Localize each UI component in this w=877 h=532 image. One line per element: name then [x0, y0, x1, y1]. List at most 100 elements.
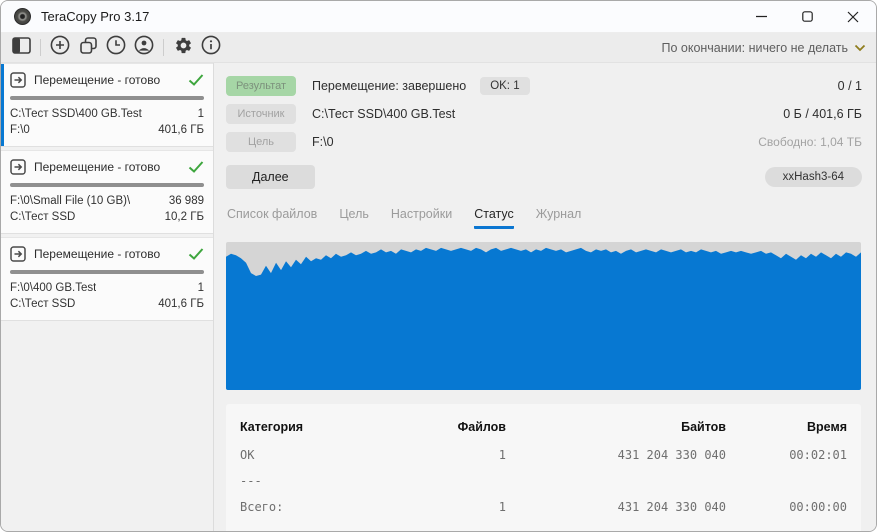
task-title: Перемещение - готово — [34, 247, 161, 261]
task-list-sidebar: Перемещение - готово C:\Тест SSD\400 GB.… — [1, 63, 214, 531]
move-task-icon — [10, 246, 26, 262]
toolbar: По окончании: ничего не делать — [1, 33, 876, 63]
task-source-path: C:\Тест SSD\400 GB.Test — [10, 108, 142, 120]
cell-bytes: 431 204 330 040 — [617, 448, 726, 462]
move-task-icon — [10, 72, 26, 88]
task-source-path: F:\0\Small File (10 GB)\ — [10, 195, 131, 207]
stats-row-ok: OK 1 431 204 330 040 00:02:01 — [240, 442, 847, 468]
task-card[interactable]: Перемещение - готово F:\0\Small File (10… — [1, 150, 213, 234]
result-status-text: Перемещение: завершено — [312, 78, 467, 93]
hash-algorithm-button[interactable]: xxHash3-64 — [764, 167, 862, 187]
task-size: 401,6 ГБ — [158, 124, 204, 136]
user-circle-icon — [134, 35, 154, 60]
check-icon — [188, 74, 204, 86]
task-size: 10,2 ГБ — [164, 211, 204, 223]
speed-chart-svg — [226, 247, 861, 390]
on-finish-dropdown[interactable]: По окончании: ничего не делать — [661, 41, 866, 55]
tab-status[interactable]: Статус — [474, 207, 514, 229]
gear-icon — [174, 36, 193, 60]
sidebar-toggle-icon — [11, 36, 31, 59]
task-file-count: 36 989 — [168, 195, 204, 207]
add-task-button[interactable] — [46, 35, 74, 61]
move-task-icon — [10, 159, 26, 175]
cell-time: 00:00:00 — [789, 500, 847, 514]
status-stats-table: Категория Файлов Байтов Время OK 1 431 2… — [226, 404, 861, 531]
close-button[interactable] — [830, 1, 876, 32]
source-pill[interactable]: Источник — [226, 103, 296, 124]
chevron-down-icon — [854, 44, 866, 52]
tab-target[interactable]: Цель — [339, 207, 369, 229]
history-button[interactable] — [102, 35, 130, 61]
info-circle-icon — [201, 35, 221, 60]
close-icon — [847, 11, 859, 23]
maximize-button[interactable] — [784, 1, 830, 32]
cell-category: --- — [240, 474, 262, 488]
cell-time: 00:02:01 — [789, 448, 847, 462]
check-icon — [188, 161, 204, 173]
copy-button[interactable] — [74, 35, 102, 61]
free-space-text: Свободно: 1,04 ТБ — [758, 134, 862, 149]
task-source-path: F:\0\400 GB.Test — [10, 282, 97, 294]
task-target-path: F:\0 — [10, 124, 30, 136]
plus-circle-icon — [50, 35, 70, 60]
speed-area — [226, 247, 861, 390]
clock-icon — [106, 35, 126, 60]
task-file-count: 1 — [197, 108, 204, 120]
settings-button[interactable] — [169, 35, 197, 61]
account-button[interactable] — [130, 35, 158, 61]
task-summary: Результат Перемещение: завершено OK: 1 0… — [214, 63, 876, 190]
col-files: Файлов — [457, 420, 506, 434]
col-time: Время — [807, 420, 847, 434]
stats-row-separator: --- — [240, 468, 847, 494]
task-progress-bar — [10, 183, 204, 187]
toolbar-separator — [40, 39, 41, 56]
stats-row-total: Всего: 1 431 204 330 040 00:00:00 — [240, 494, 847, 520]
tab-settings[interactable]: Настройки — [391, 207, 452, 229]
minimize-icon — [755, 11, 767, 22]
task-progress-bar — [10, 96, 204, 100]
result-pill[interactable]: Результат — [226, 75, 296, 96]
app-window: TeraCopy Pro 3.17 По окончании: ничего н… — [0, 0, 877, 532]
title-bar: TeraCopy Pro 3.17 — [1, 1, 876, 33]
toolbar-separator — [163, 39, 164, 56]
transfer-speed-chart — [226, 242, 861, 390]
main-panel: Результат Перемещение: завершено OK: 1 0… — [214, 63, 876, 531]
cell-time — [726, 468, 847, 494]
next-button[interactable]: Далее — [226, 165, 315, 189]
window-title: TeraCopy Pro 3.17 — [41, 9, 150, 24]
sidebar-toggle-button[interactable] — [7, 35, 35, 61]
cell-files — [390, 468, 506, 494]
cell-category: Всего: — [240, 500, 284, 514]
task-size: 401,6 ГБ — [158, 298, 204, 310]
target-path: F:\0 — [312, 134, 334, 149]
files-counter: 0 / 1 — [837, 78, 862, 93]
tab-bar: Список файлов Цель Настройки Статус Журн… — [214, 197, 876, 229]
cell-bytes: 431 204 330 040 — [617, 500, 726, 514]
source-path: C:\Тест SSD\400 GB.Test — [312, 106, 456, 121]
ok-count-badge[interactable]: OK: 1 — [480, 76, 530, 95]
app-icon — [14, 8, 31, 25]
check-icon — [188, 248, 204, 260]
task-card[interactable]: Перемещение - готово C:\Тест SSD\400 GB.… — [1, 63, 213, 147]
tab-file-list[interactable]: Список файлов — [227, 207, 317, 229]
bytes-progress: 0 Б / 401,6 ГБ — [783, 106, 862, 121]
col-bytes: Байтов — [681, 420, 726, 434]
task-target-path: C:\Тест SSD — [10, 211, 76, 223]
copy-icon — [79, 36, 98, 60]
cell-bytes — [506, 468, 726, 494]
on-finish-label: По окончании: ничего не делать — [661, 40, 848, 55]
cell-files: 1 — [498, 448, 506, 462]
info-button[interactable] — [197, 35, 225, 61]
tab-log[interactable]: Журнал — [536, 207, 582, 229]
task-title: Перемещение - готово — [34, 73, 161, 87]
task-progress-bar — [10, 270, 204, 274]
target-pill[interactable]: Цель — [226, 131, 296, 152]
col-category: Категория — [240, 420, 304, 434]
maximize-icon — [801, 11, 813, 22]
task-file-count: 1 — [197, 282, 204, 294]
task-card[interactable]: Перемещение - готово F:\0\400 GB.Test 1 C… — [1, 237, 213, 321]
cell-files: 1 — [498, 500, 506, 514]
minimize-button[interactable] — [738, 1, 784, 32]
task-title: Перемещение - готово — [34, 160, 161, 174]
window-controls — [738, 1, 876, 32]
